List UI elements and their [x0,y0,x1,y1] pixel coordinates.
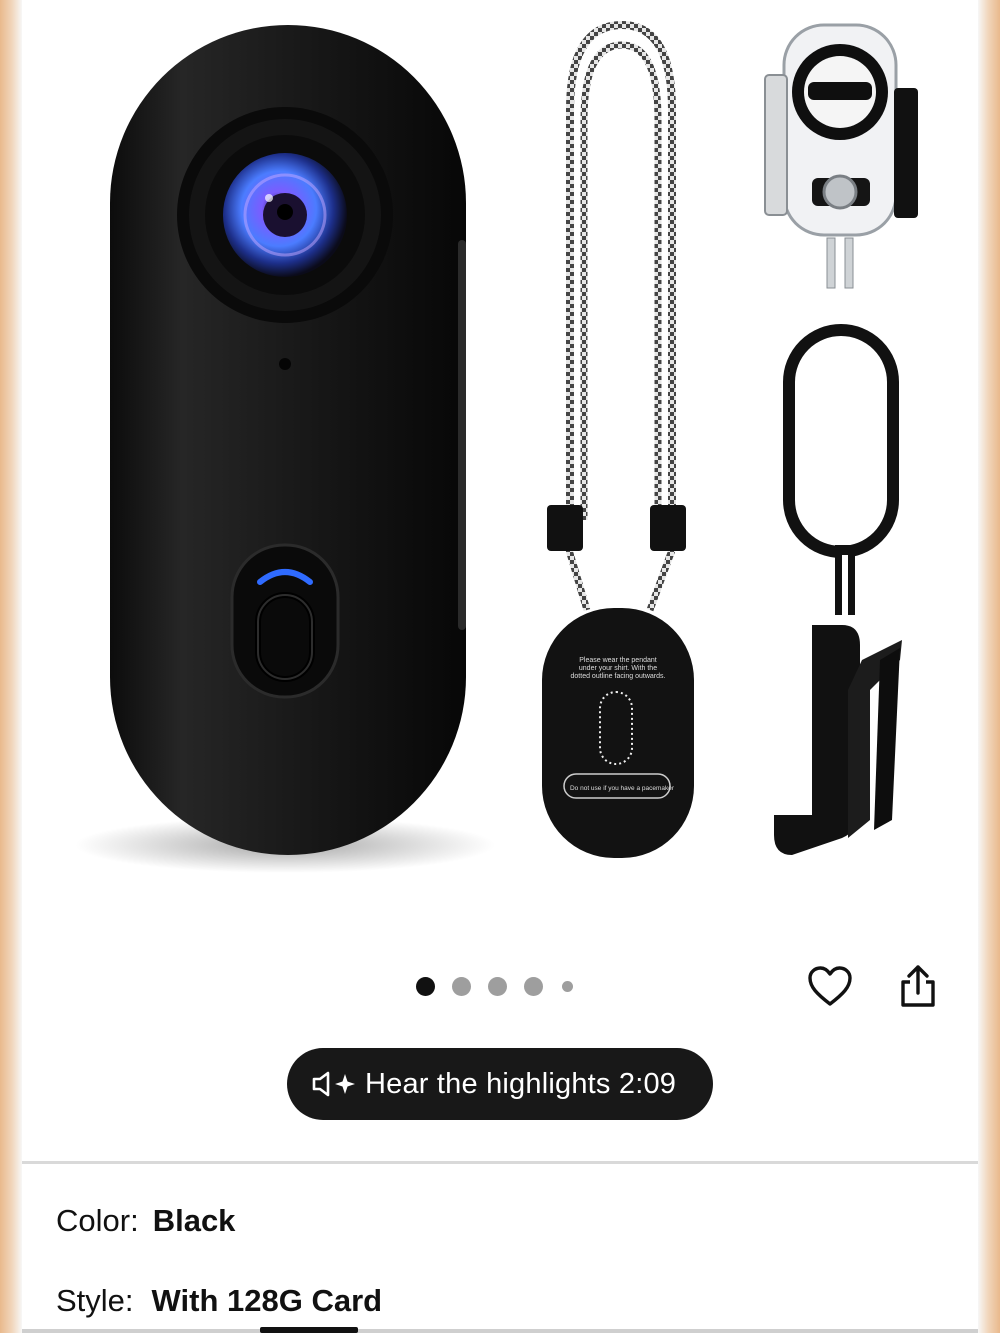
section-divider [22,1161,978,1164]
heart-icon [808,966,852,1006]
wishlist-button[interactable] [804,960,856,1012]
product-image-gallery[interactable]: Please wear the pendant under your shirt… [22,0,978,960]
svg-text:Do not use if you have a pacem: Do not use if you have a pacemaker [570,785,675,792]
image-pagination[interactable] [416,975,573,997]
style-value: With 128G Card [151,1283,383,1318]
style-selector: Style: With 128G Card [56,1283,382,1319]
share-icon [901,965,935,1007]
svg-text:under your shirt. With the: under your shirt. With the [579,665,657,672]
bottom-border [22,1329,978,1333]
speaker-sparkle-icon [311,1070,357,1098]
share-button[interactable] [892,960,944,1012]
pagination-dot[interactable] [562,980,573,992]
pagination-dot[interactable] [524,976,543,996]
pagination-dot[interactable] [452,976,471,996]
scroll-indicator[interactable] [260,1327,358,1333]
pendant-text: Please wear the pendant [579,657,656,664]
product-image: Please wear the pendant under your shirt… [75,20,918,873]
svg-text:dotted outline facing outwards: dotted outline facing outwards. [571,673,666,680]
pagination-dot[interactable] [488,976,507,996]
hear-highlights-button[interactable]: Hear the highlights 2:09 [287,1048,713,1120]
style-label: Style: [56,1283,134,1318]
pagination-dot[interactable] [416,976,435,996]
hear-highlights-label: Hear the highlights 2:09 [365,1067,677,1100]
color-label: Color: [56,1203,139,1238]
color-value: Black [152,1203,236,1238]
product-page: Please wear the pendant under your shirt… [22,0,978,1333]
color-selector: Color: Black [56,1203,235,1239]
